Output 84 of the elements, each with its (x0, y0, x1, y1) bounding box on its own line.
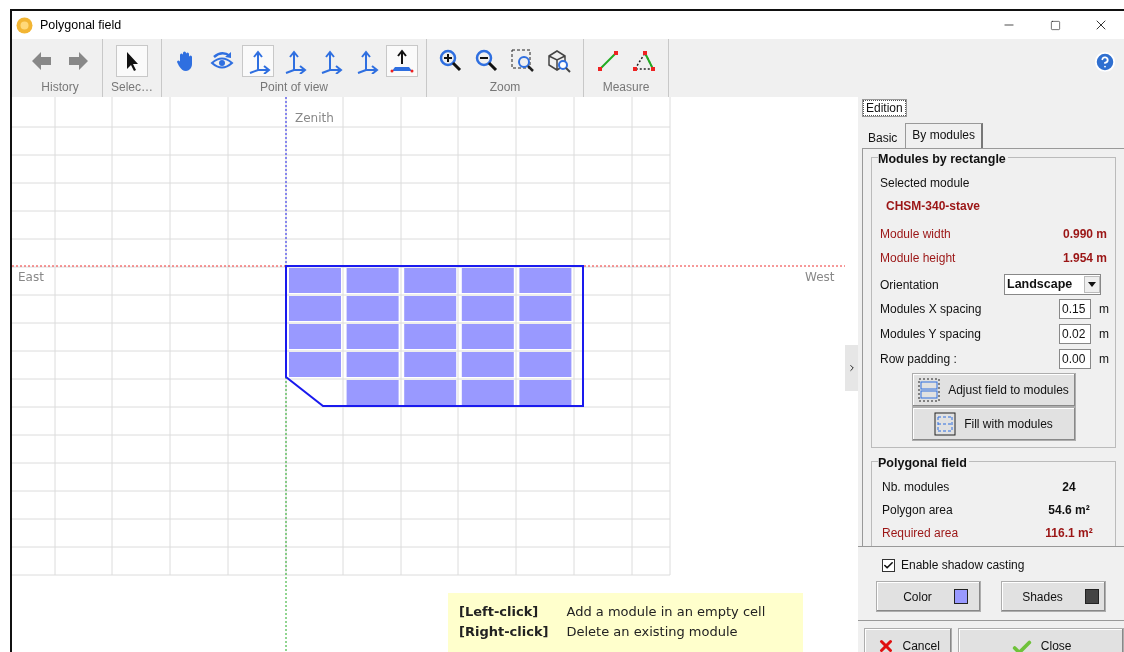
number-field[interactable]: 0.02 (1059, 324, 1091, 344)
number-field[interactable]: 0.15 (1059, 299, 1091, 319)
axis-label: Zenith (295, 110, 334, 127)
top-view-icon (389, 48, 416, 74)
toolbar-button[interactable] (386, 45, 419, 77)
field-label: Module height (880, 250, 956, 267)
help-icon[interactable] (1094, 51, 1116, 73)
module[interactable] (519, 296, 572, 321)
color-button[interactable]: Color (876, 581, 981, 612)
field-label: Nb. modules (882, 479, 951, 496)
module[interactable] (289, 324, 341, 349)
toolbar-group-label: Point of view (260, 80, 329, 94)
toolbar-group-label: History (41, 80, 79, 94)
module[interactable] (346, 296, 399, 321)
check-icon (883, 559, 894, 571)
field-value: 54.6 m² (1047, 502, 1091, 519)
unit-label: m (1099, 301, 1107, 318)
panel-tab[interactable]: Basic (862, 126, 904, 148)
measure-triangle-icon (631, 48, 658, 74)
module[interactable] (404, 352, 457, 377)
collapse-handle[interactable] (845, 345, 858, 391)
module[interactable] (404, 324, 457, 349)
toolbar-button[interactable] (116, 45, 148, 77)
module-name: CHSM-340-stave (885, 198, 982, 215)
module[interactable] (461, 380, 514, 405)
module[interactable] (461, 324, 514, 349)
toolbar-group-label: Measure (602, 80, 650, 94)
field-label: Modules X spacing (880, 301, 983, 318)
module[interactable] (346, 324, 399, 349)
unit-label: m (1099, 351, 1107, 368)
window-title: Polygonal field (40, 16, 122, 34)
module[interactable] (289, 268, 341, 293)
field-value: 24 (1061, 479, 1077, 496)
fill-icon (934, 412, 957, 436)
field-label: Modules Y spacing (880, 326, 982, 343)
dialog-button[interactable]: Cancel (864, 628, 953, 652)
module[interactable] (404, 296, 457, 321)
module[interactable] (519, 380, 572, 405)
module[interactable] (519, 352, 572, 377)
action-button[interactable]: Fill with modules (911, 407, 1076, 441)
field-label: Selected module (880, 175, 971, 192)
toolbar-group-label: Zoom (489, 80, 521, 94)
dropdown-icon (1088, 282, 1096, 287)
maximize-icon (1049, 19, 1061, 31)
module[interactable] (519, 268, 572, 293)
color-button[interactable]: Shades (1001, 581, 1106, 612)
action-button[interactable]: Adjust field to modules (911, 373, 1076, 407)
field-value: 116.1 m² (1044, 525, 1094, 542)
module[interactable] (346, 268, 399, 293)
panel-tab[interactable]: By modules (905, 123, 984, 148)
field-value: 1.954 m (1062, 250, 1107, 267)
number-field[interactable]: 0.00 (1059, 349, 1091, 369)
module[interactable] (519, 324, 572, 349)
hint-text: Delete an existing module (566, 623, 739, 641)
field-label: Polygon area (882, 502, 954, 519)
hint-text: Add a module in an empty cell (566, 603, 767, 621)
module[interactable] (289, 352, 341, 377)
module[interactable] (461, 296, 514, 321)
axis-label: East (18, 269, 44, 286)
dialog-button[interactable]: Close (958, 628, 1124, 652)
field-label: Required area (882, 525, 960, 542)
checkbox-label: Enable shadow casting (901, 557, 1025, 574)
hint-key: [Right-click] (459, 622, 549, 642)
hint-key: [Left-click] (459, 602, 549, 622)
zoom-cube-icon (546, 48, 573, 74)
field-label: Row padding : (880, 351, 958, 368)
field-label: Orientation (880, 276, 939, 294)
module[interactable] (404, 268, 457, 293)
app-icon (16, 16, 33, 34)
module[interactable] (346, 380, 399, 405)
checkbox[interactable] (882, 558, 895, 572)
module[interactable] (461, 352, 514, 377)
toolbar-group-label: Selec… (111, 80, 154, 94)
edition-tab[interactable]: Edition (862, 99, 907, 117)
module[interactable] (289, 296, 341, 321)
field-value: 0.990 m (1062, 226, 1107, 243)
adjust-icon (918, 378, 941, 402)
orientation-select[interactable]: Landscape (1004, 274, 1101, 295)
module[interactable] (461, 268, 514, 293)
axis-label: West (805, 269, 835, 286)
module[interactable] (404, 380, 457, 405)
field-label: Module width (880, 226, 951, 243)
unit-label: m (1099, 326, 1107, 343)
module[interactable] (346, 352, 399, 377)
